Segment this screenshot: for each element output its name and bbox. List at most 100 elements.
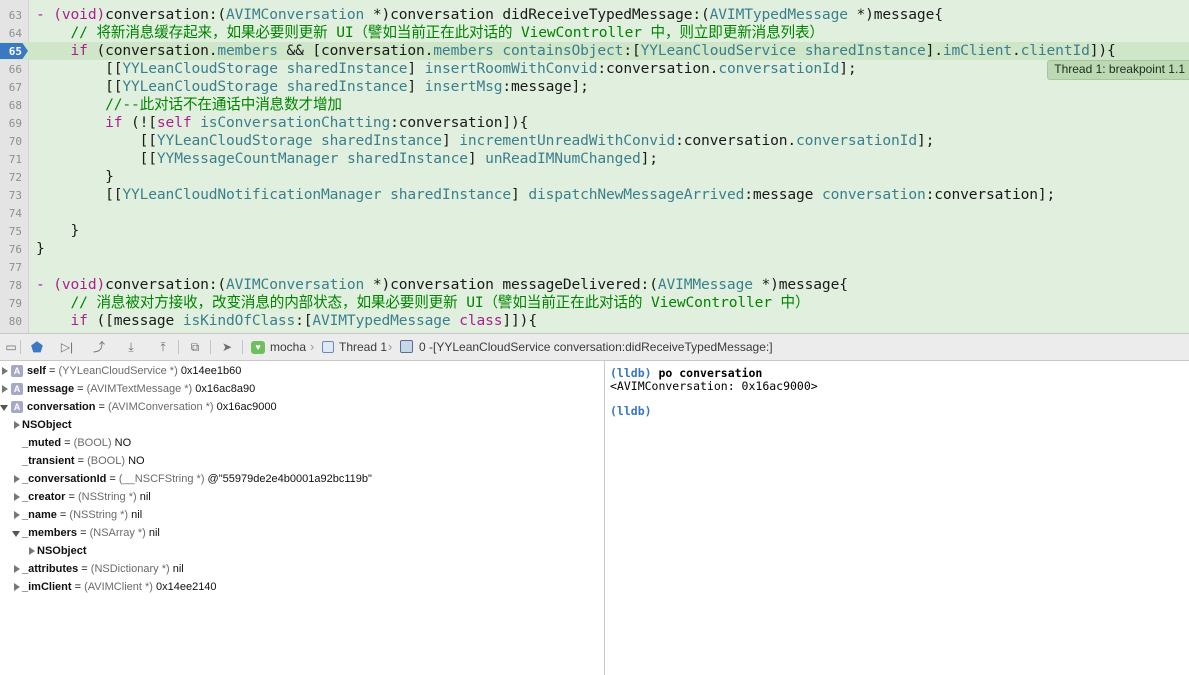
line-number[interactable]: 68 <box>0 99 22 112</box>
variable-row[interactable]: Aconversation = (AVIMConversation *) 0x1… <box>0 399 600 417</box>
continue-icon[interactable]: ▷| <box>58 339 76 355</box>
code-text[interactable]: // 消息被对方接收，改变消息的内部状态，如果必要则更新 UI（譬如当前正在此对… <box>36 294 810 312</box>
lldb-console[interactable]: (lldb) po conversation <AVIMConversation… <box>605 361 1189 675</box>
variable-row[interactable]: NSObject <box>0 417 600 435</box>
variable-row[interactable]: Aself = (YYLeanCloudService *) 0x14ee1b6… <box>0 363 600 381</box>
code-line[interactable]: 74 <box>0 204 1189 222</box>
code-line[interactable]: 78 - (void)conversation:(AVIMConversation… <box>0 276 1189 294</box>
app-scheme-icon: ♥ <box>251 341 265 354</box>
variable-text: _muted = (BOOL) NO <box>22 437 132 449</box>
code-line[interactable]: 63 - (void)conversation:(AVIMConversation… <box>0 6 1189 24</box>
variable-row[interactable]: _transient = (BOOL) NO <box>0 453 600 471</box>
code-line[interactable]: 72 } <box>0 168 1189 186</box>
variable-row[interactable]: _conversationId = (__NSCFString *) @"559… <box>0 471 600 489</box>
code-text[interactable]: [[YYLeanCloudNotificationManager sharedI… <box>36 186 1055 204</box>
code-text[interactable]: if (conversation.members && [conversatio… <box>36 42 1116 60</box>
code-text[interactable]: } <box>36 222 80 240</box>
code-line[interactable]: 77 <box>0 258 1189 276</box>
code-line[interactable]: 65 if (conversation.members && [conversa… <box>0 42 1189 60</box>
disclosure-closed-icon[interactable] <box>14 511 20 519</box>
breadcrumb-separator: › <box>310 339 315 354</box>
code-text[interactable]: // 将新消息缓存起来，如果必要则更新 UI（譬如当前正在此对话的 ViewCo… <box>36 24 824 42</box>
code-line[interactable]: 69 if (![self isConversationChatting:con… <box>0 114 1189 132</box>
line-number[interactable]: 64 <box>0 27 22 40</box>
code-text[interactable]: if (![self isConversationChatting:conver… <box>36 114 528 132</box>
simulate-location-icon[interactable]: ➤ <box>218 339 236 355</box>
breadcrumb-thread[interactable]: Thread 1 <box>339 340 387 354</box>
line-number[interactable]: 78 <box>0 279 22 292</box>
variable-value: nil <box>148 527 160 539</box>
variable-row[interactable]: _muted = (BOOL) NO <box>0 435 600 453</box>
step-over-icon[interactable]: ⤴ <box>90 339 108 355</box>
code-text[interactable]: - (void)conversation:(AVIMConversation *… <box>36 6 943 24</box>
code-line[interactable]: 73 [[YYLeanCloudNotificationManager shar… <box>0 186 1189 204</box>
variable-row[interactable]: _attributes = (NSDictionary *) nil <box>0 561 600 579</box>
disclosure-open-icon[interactable] <box>12 531 20 537</box>
code-text[interactable]: if ([message isKindOfClass:[AVIMTypedMes… <box>36 312 538 330</box>
code-line[interactable]: 75 } <box>0 222 1189 240</box>
disclosure-closed-icon[interactable] <box>14 475 20 483</box>
line-number[interactable]: 67 <box>0 81 22 94</box>
code-text[interactable]: [[YYLeanCloudStorage sharedInstance] ins… <box>36 60 857 78</box>
line-number[interactable]: 72 <box>0 171 22 184</box>
code-editor[interactable]: 63 - (void)conversation:(AVIMConversation… <box>0 0 1189 333</box>
breakpoints-toggle-icon[interactable]: ⬟ <box>28 339 46 355</box>
line-number[interactable]: 79 <box>0 297 22 310</box>
step-out-icon[interactable]: ⤒ <box>154 339 172 355</box>
line-number[interactable]: 73 <box>0 189 22 202</box>
disclosure-closed-icon[interactable] <box>2 385 8 393</box>
variable-value: nil <box>172 563 184 575</box>
disclosure-closed-icon[interactable] <box>14 421 20 429</box>
code-line[interactable]: 76} <box>0 240 1189 258</box>
disclosure-closed-icon[interactable] <box>14 583 20 591</box>
variable-row[interactable]: _name = (NSString *) nil <box>0 507 600 525</box>
line-number[interactable]: 76 <box>0 243 22 256</box>
code-text[interactable]: [[YYLeanCloudStorage sharedInstance] ins… <box>36 78 589 96</box>
code-line[interactable]: 68 //--此对话不在通话中消息数才增加 <box>0 96 1189 114</box>
variable-name: NSObject <box>22 419 72 431</box>
variable-row[interactable]: NSObject <box>0 543 600 561</box>
code-line[interactable]: 70 [[YYLeanCloudStorage sharedInstance] … <box>0 132 1189 150</box>
variables-view[interactable]: Aself = (YYLeanCloudService *) 0x14ee1b6… <box>0 361 605 675</box>
line-number[interactable]: 69 <box>0 117 22 130</box>
variable-row[interactable]: _imClient = (AVIMClient *) 0x14ee2140 <box>0 579 600 597</box>
disclosure-closed-icon[interactable] <box>14 493 20 501</box>
debug-bar: ▭ ⬟ ▷| ⤴ ⤓ ⤒ ⧉ ➤ ♥ mocha › Thread 1 › 0 … <box>0 333 1189 361</box>
disclosure-closed-icon[interactable] <box>2 367 8 375</box>
variable-row[interactable]: _creator = (NSString *) nil <box>0 489 600 507</box>
code-line[interactable]: 80 if ([message isKindOfClass:[AVIMTyped… <box>0 312 1189 330</box>
line-number[interactable]: 66 <box>0 63 22 76</box>
code-text[interactable]: } <box>36 240 45 258</box>
disclosure-closed-icon[interactable] <box>29 547 35 555</box>
code-text[interactable]: [[YYLeanCloudStorage sharedInstance] inc… <box>36 132 935 150</box>
variable-row[interactable]: Amessage = (AVIMTextMessage *) 0x16ac8a9… <box>0 381 600 399</box>
debug-view-hierarchy-icon[interactable]: ⧉ <box>186 339 204 355</box>
breadcrumb-scheme[interactable]: mocha <box>270 340 306 354</box>
variable-kind-icon: A <box>11 401 23 413</box>
line-number[interactable]: 75 <box>0 225 22 238</box>
line-number[interactable]: 80 <box>0 315 22 328</box>
code-text[interactable]: } <box>36 168 114 186</box>
line-number[interactable]: 65 <box>0 45 22 58</box>
line-number[interactable]: 71 <box>0 153 22 166</box>
breadcrumb-frame[interactable]: 0 -[YYLeanCloudService conversation:didR… <box>419 340 773 354</box>
line-number[interactable]: 63 <box>0 9 22 22</box>
variable-row[interactable]: _members = (NSArray *) nil <box>0 525 600 543</box>
code-text[interactable]: //--此对话不在通话中消息数才增加 <box>36 96 342 114</box>
hide-debug-area-icon[interactable]: ▭ <box>2 339 20 355</box>
line-number[interactable]: 74 <box>0 207 22 220</box>
line-number[interactable]: 77 <box>0 261 22 274</box>
code-line[interactable]: 71 [[YYMessageCountManager sharedInstanc… <box>0 150 1189 168</box>
line-number[interactable]: 70 <box>0 135 22 148</box>
console-line[interactable]: (lldb) <box>610 404 652 418</box>
step-into-icon[interactable]: ⤓ <box>122 339 140 355</box>
code-line[interactable]: 64 // 将新消息缓存起来，如果必要则更新 UI（譬如当前正在此对话的 Vie… <box>0 24 1189 42</box>
code-text[interactable]: - (void)conversation:(AVIMConversation *… <box>36 276 848 294</box>
code-line[interactable]: 67 [[YYLeanCloudStorage sharedInstance] … <box>0 78 1189 96</box>
disclosure-closed-icon[interactable] <box>14 565 20 573</box>
code-text[interactable]: [[YYMessageCountManager sharedInstance] … <box>36 150 658 168</box>
code-line[interactable]: 66 [[YYLeanCloudStorage sharedInstance] … <box>0 60 1189 78</box>
code-line[interactable]: 79 // 消息被对方接收，改变消息的内部状态，如果必要则更新 UI（譬如当前正… <box>0 294 1189 312</box>
variable-text: _creator = (NSString *) nil <box>22 491 151 503</box>
disclosure-open-icon[interactable] <box>0 405 8 411</box>
